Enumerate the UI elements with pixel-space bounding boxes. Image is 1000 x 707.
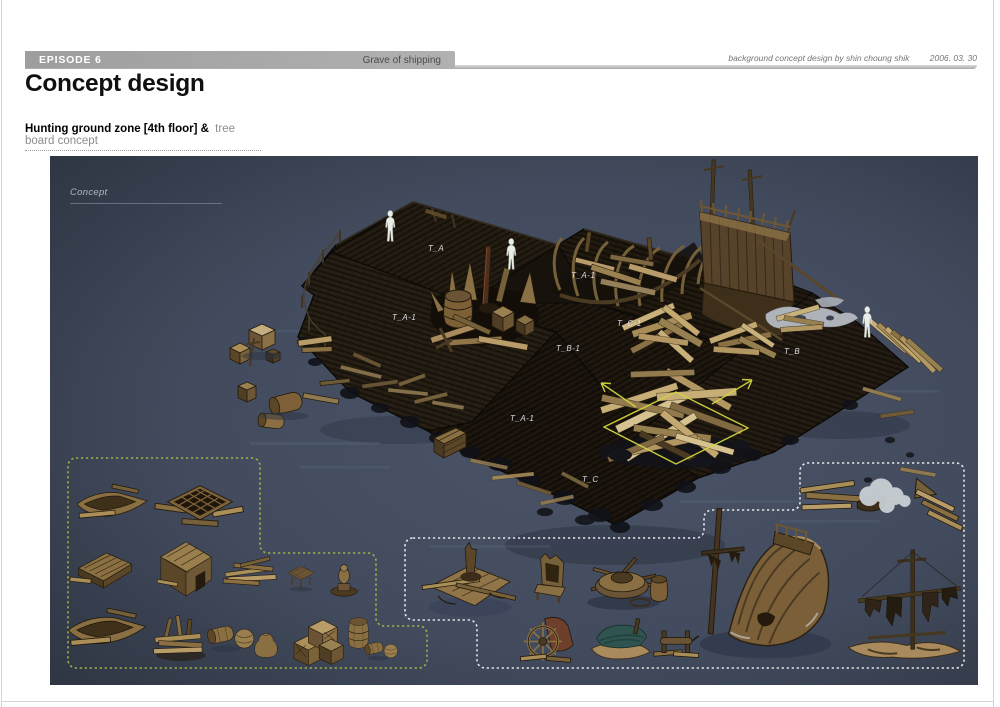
section-title-main: Hunting ground zone [4th floor] & xyxy=(25,123,209,135)
header-bar: EPISODE 6 Grave of shipping xyxy=(25,51,455,68)
barrel-sprite xyxy=(349,618,369,649)
zone-label-tc: T_C xyxy=(582,475,599,484)
concept-label: Concept xyxy=(70,187,107,198)
page-edge-bottom xyxy=(1,701,994,702)
document-page: EPISODE 6 Grave of shipping background c… xyxy=(0,0,1000,707)
page-edge-left xyxy=(1,0,2,707)
credit-line: background concept design by shin choung… xyxy=(728,53,977,63)
zone-label-ta1-upper: T_A-1 xyxy=(571,271,595,280)
zone-label-tc1: T_C-1 xyxy=(617,319,642,328)
credit-date: 2006. 03. 30 xyxy=(930,53,977,63)
zone-label-tb1: T_B-1 xyxy=(556,344,580,353)
page-title: Concept design xyxy=(25,70,205,98)
zone-label-ta1-lower: T_A-1 xyxy=(510,414,534,423)
concept-canvas: Concept T_A T_A-1 T_A-1 T_C-1 T_B-1 T_B … xyxy=(50,156,978,685)
page-edge-right xyxy=(993,0,994,707)
episode-label: EPISODE 6 xyxy=(39,54,102,66)
zone-label-tb: T_B xyxy=(784,347,800,356)
zone-label-ta1-left: T_A-1 xyxy=(392,313,416,322)
concept-underline xyxy=(70,203,222,204)
credit-text: background concept design by shin choung… xyxy=(728,53,909,63)
zone-label-ta: T_A xyxy=(428,244,444,253)
header-subtitle: Grave of shipping xyxy=(363,55,441,66)
section-title: Hunting ground zone [4th floor] & tree b… xyxy=(25,123,261,151)
